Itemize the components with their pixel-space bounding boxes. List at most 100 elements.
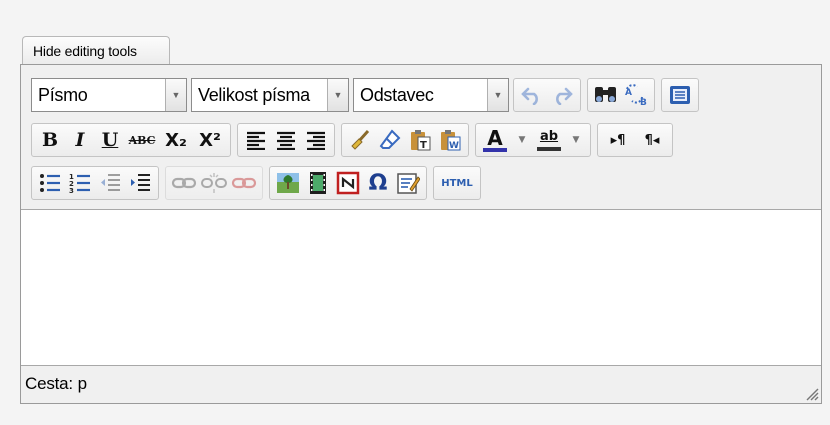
insert-nonbreaking-button[interactable] [333, 168, 363, 198]
list-group: 123 [31, 166, 159, 200]
subscript-button[interactable]: X₂ [159, 125, 193, 155]
fullscreen-icon [670, 86, 690, 104]
clipboard-group: T W [341, 123, 469, 157]
insert-group: Ω [269, 166, 427, 200]
insert-link-button[interactable] [169, 168, 199, 198]
insert-media-button[interactable] [303, 168, 333, 198]
svg-text:W: W [449, 141, 459, 151]
highlight-color-dropdown[interactable]: ▼ [565, 125, 587, 155]
toolbar-row-3: 123 Ω HTML [31, 165, 487, 201]
insert-image-button[interactable] [273, 168, 303, 198]
code-group: HTML [433, 166, 481, 200]
indent-button[interactable] [125, 168, 155, 198]
superscript-button[interactable]: X² [193, 125, 227, 155]
svg-text:3: 3 [69, 187, 74, 194]
align-center-button[interactable] [271, 125, 301, 155]
link-icon [171, 177, 197, 189]
rtl-button[interactable]: ¶◂ [635, 125, 669, 155]
outdent-icon [101, 174, 120, 191]
bullet-list-icon [40, 174, 60, 192]
rich-text-editor: Písmo ▼ Velikost písma ▼ Odstavec ▼ A B … [20, 64, 822, 404]
edit-document-icon [397, 173, 420, 194]
numbered-list-button[interactable]: 123 [65, 168, 95, 198]
font-family-select[interactable]: Písmo ▼ [31, 78, 187, 112]
fullscreen-button[interactable] [665, 80, 695, 110]
remove-format-button[interactable] [375, 125, 405, 155]
film-icon [310, 172, 326, 194]
pagebreak-icon [336, 171, 360, 195]
path-element-p[interactable]: p [78, 374, 87, 393]
outdent-button[interactable] [95, 168, 125, 198]
align-right-icon [307, 131, 325, 150]
link-group [165, 166, 263, 200]
font-family-value: Písmo [38, 85, 88, 105]
undo-button[interactable] [517, 80, 547, 110]
align-center-icon [277, 131, 295, 150]
image-icon [277, 173, 299, 193]
direction-group: ▸¶ ¶◂ [597, 123, 673, 157]
paste-text-button[interactable]: T [405, 125, 435, 155]
color-group: A ▼ ab ▼ [475, 123, 591, 157]
bold-button[interactable]: B [35, 125, 65, 155]
ltr-button[interactable]: ▸¶ [601, 125, 635, 155]
font-size-value: Velikost písma [198, 85, 310, 105]
broom-icon [351, 129, 370, 150]
path-label: Cesta: [25, 374, 73, 393]
paragraph-format-select[interactable]: Odstavec ▼ [353, 78, 509, 112]
svg-text:T: T [420, 140, 427, 151]
editor-content-area[interactable] [21, 210, 821, 366]
paste-word-icon: W [441, 130, 461, 151]
toolbar-row-2: B I U ABC X₂ X² T W A ▼ ab ▼ ▸¶ ¶◂ [31, 122, 679, 158]
edit-html-button[interactable] [393, 168, 423, 198]
font-size-select[interactable]: Velikost písma ▼ [191, 78, 349, 112]
paragraph-format-value: Odstavec [360, 85, 434, 105]
cleanup-button[interactable] [345, 125, 375, 155]
unlink-button[interactable] [199, 168, 229, 198]
replace-icon: AB [625, 84, 647, 107]
resize-grip-icon[interactable] [805, 387, 819, 401]
undo-icon [521, 87, 538, 105]
italic-button[interactable]: I [65, 125, 95, 155]
chevron-down-icon[interactable]: ▼ [487, 79, 508, 111]
redo-button[interactable] [547, 80, 577, 110]
highlight-color-button[interactable]: ab [533, 125, 565, 155]
paste-text-icon: T [411, 130, 431, 151]
fullscreen-group [661, 78, 699, 112]
align-left-button[interactable] [241, 125, 271, 155]
find-replace-button[interactable]: AB [621, 80, 651, 110]
paste-word-button[interactable]: W [435, 125, 465, 155]
text-color-dropdown[interactable]: ▼ [511, 125, 533, 155]
svg-text:A: A [625, 88, 632, 98]
editor-statusbar: Cesta: p [21, 365, 821, 403]
chevron-down-icon: ▼ [572, 135, 580, 145]
find-button[interactable] [591, 80, 621, 110]
unlink-icon [201, 173, 227, 193]
align-right-button[interactable] [301, 125, 331, 155]
toolbar-row-1: Písmo ▼ Velikost písma ▼ Odstavec ▼ A B [31, 77, 705, 113]
toolbar-area: Písmo ▼ Velikost písma ▼ Odstavec ▼ A B … [21, 65, 821, 210]
indent-icon [131, 174, 150, 191]
text-color-letter: A [487, 126, 503, 150]
hide-editing-tools-tab[interactable]: Hide editing tools [22, 36, 170, 64]
binoculars-icon [595, 87, 616, 102]
text-style-group: B I U ABC X₂ X² [31, 123, 231, 157]
text-color-button[interactable]: A [479, 125, 511, 155]
numbered-list-icon: 123 [69, 173, 90, 194]
anchor-link-icon [231, 177, 257, 189]
insert-special-char-button[interactable]: Ω [363, 168, 393, 198]
align-left-icon [247, 131, 265, 150]
chevron-down-icon: ▼ [518, 135, 526, 145]
highlight-letters: ab [539, 129, 559, 144]
chevron-down-icon[interactable]: ▼ [327, 79, 348, 111]
svg-text:B: B [640, 98, 647, 107]
text-color-bar [483, 148, 507, 152]
strikethrough-button[interactable]: ABC [125, 125, 159, 155]
search-group: AB [587, 78, 655, 112]
redo-icon [556, 87, 573, 105]
bullet-list-button[interactable] [35, 168, 65, 198]
anchor-button[interactable] [229, 168, 259, 198]
html-source-button[interactable]: HTML [437, 168, 477, 198]
chevron-down-icon[interactable]: ▼ [165, 79, 186, 111]
underline-button[interactable]: U [95, 125, 125, 155]
highlight-bar [537, 147, 561, 151]
